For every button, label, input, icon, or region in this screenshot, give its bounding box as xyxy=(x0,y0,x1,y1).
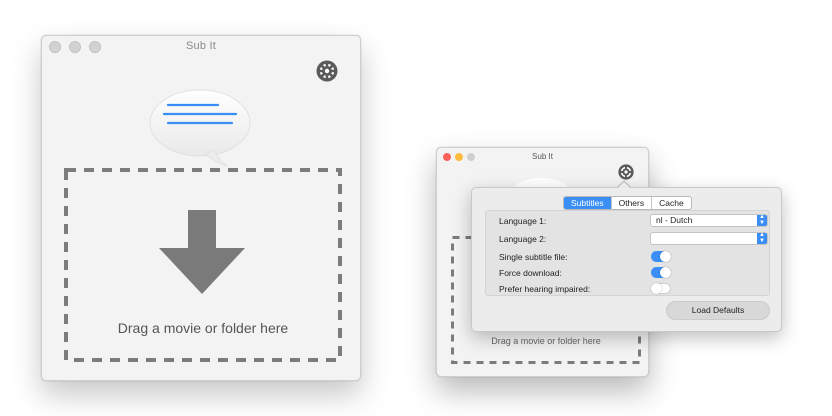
tab-others[interactable]: Others xyxy=(612,197,653,209)
hearing-impaired-label: Prefer hearing impaired: xyxy=(499,284,591,294)
single-subtitle-toggle[interactable] xyxy=(651,251,671,262)
window-title: Sub It xyxy=(186,40,216,52)
subtitles-panel: Language 1: nl - Dutch ▲ ▼ Language 2: ▲ ▼… xyxy=(485,210,770,296)
window-title: Sub It xyxy=(532,152,553,161)
language1-value: nl - Dutch xyxy=(656,215,693,225)
force-download-label: Force download: xyxy=(499,268,562,278)
toggle-knob xyxy=(660,267,671,278)
down-arrow-icon xyxy=(159,210,245,294)
force-download-toggle[interactable] xyxy=(651,267,671,278)
main-window: Sub It Drag a movie or folder here xyxy=(41,35,361,381)
load-defaults-button[interactable]: Load Defaults xyxy=(666,301,770,320)
select-stepper-icon: ▲ ▼ xyxy=(757,214,767,226)
language2-select[interactable]: ▲ ▼ xyxy=(650,232,768,245)
drop-label: Drag a movie or folder here xyxy=(117,320,289,336)
preferences-tabs: Subtitles Others Cache xyxy=(563,196,692,210)
drop-zone[interactable]: Drag a movie or folder here xyxy=(64,168,342,362)
language1-label: Language 1: xyxy=(499,216,547,226)
title-bar: Sub It xyxy=(42,36,360,58)
popover-caret-fill xyxy=(618,182,630,188)
speech-bubble-icon xyxy=(149,89,251,167)
hearing-impaired-toggle[interactable] xyxy=(651,283,671,294)
tab-subtitles[interactable]: Subtitles xyxy=(564,197,612,209)
language2-label: Language 2: xyxy=(499,234,547,244)
language1-select[interactable]: nl - Dutch ▲ ▼ xyxy=(650,214,768,227)
toggle-knob xyxy=(660,251,671,262)
gear-icon[interactable] xyxy=(618,164,634,180)
toggle-knob xyxy=(651,283,662,294)
drop-label: Drag a movie or folder here xyxy=(491,336,601,346)
select-stepper-icon: ▲ ▼ xyxy=(757,232,767,244)
tab-cache[interactable]: Cache xyxy=(652,197,691,209)
single-subtitle-label: Single subtitle file: xyxy=(499,252,568,262)
preferences-popover: Subtitles Others Cache Language 1: nl - … xyxy=(471,187,782,332)
gear-icon[interactable] xyxy=(316,60,338,82)
